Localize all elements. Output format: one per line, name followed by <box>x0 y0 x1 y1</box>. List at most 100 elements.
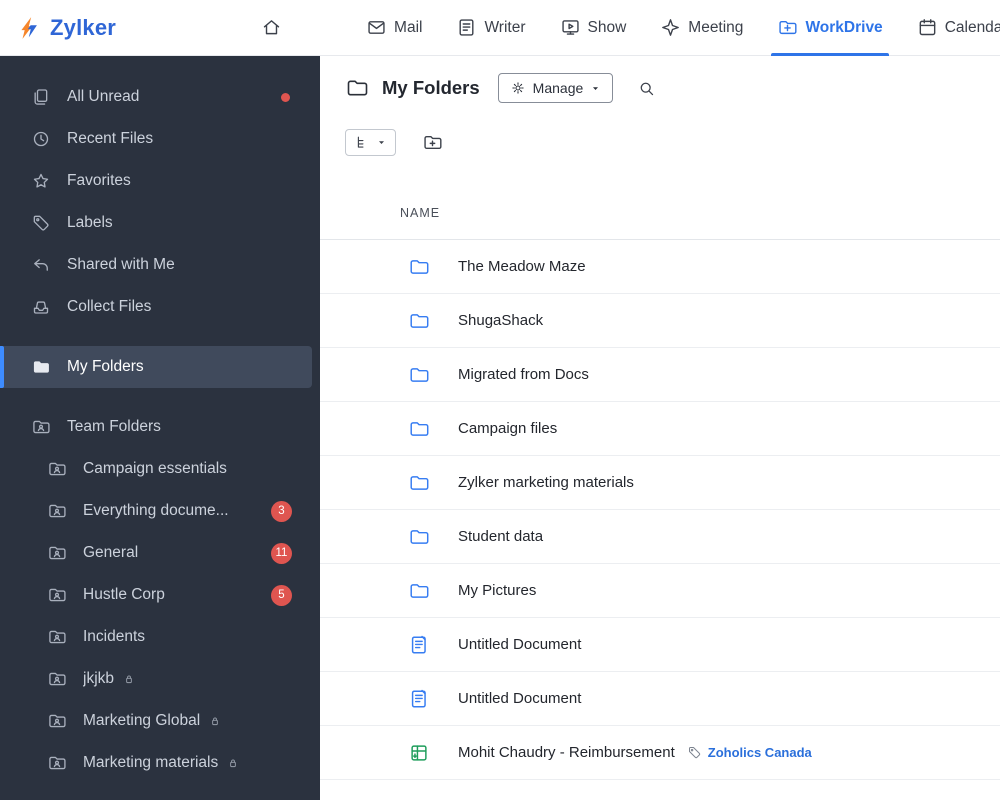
sidebar-item-label: Campaign essentials <box>83 460 227 477</box>
file-list: The Meadow Maze ShugaShack Migrated from D… <box>320 240 1000 800</box>
file-name: Mohit Chaudry - Reimbursement <box>458 744 675 761</box>
file-row[interactable]: Untitled Document <box>320 672 1000 726</box>
nav-item-calendar[interactable]: Calendar <box>917 0 1000 56</box>
nav-item-home[interactable] <box>261 0 282 56</box>
file-row[interactable]: Student data <box>320 510 1000 564</box>
nav-item-meeting[interactable]: Meeting <box>660 0 743 56</box>
chevron-down-icon <box>376 137 387 148</box>
sidebar-item-general[interactable]: General 11 <box>0 532 312 574</box>
sidebar-item-all-unread[interactable]: All Unread <box>0 76 312 118</box>
file-row[interactable]: Untitled Document <box>320 618 1000 672</box>
file-name: My Pictures <box>458 582 537 599</box>
sidebar-item-jkjkb[interactable]: jkjkb <box>0 658 312 700</box>
file-name: Migrated from Docs <box>458 366 589 383</box>
file-row[interactable] <box>320 780 1000 800</box>
mail-icon <box>366 17 387 38</box>
unread-badge: 11 <box>271 542 292 564</box>
file-row[interactable]: Zylker marketing materials <box>320 456 1000 510</box>
sidebar-item-label: All Unread <box>67 88 140 105</box>
nav-item-label: WorkDrive <box>805 18 883 36</box>
brand-name: Zylker <box>50 14 117 40</box>
view-options-button[interactable] <box>345 128 396 156</box>
unread-badge: 5 <box>271 584 292 606</box>
file-row[interactable]: Mohit Chaudry - Reimbursement Zoholics Ca… <box>320 726 1000 780</box>
sidebar-item-label: Hustle Corp <box>83 586 165 603</box>
file-name: ShugaShack <box>458 312 544 329</box>
file-row[interactable]: My Pictures <box>320 564 1000 618</box>
shared-folder-icon <box>47 711 69 731</box>
shared-folder-icon <box>47 753 69 773</box>
sidebar-item-collect-files[interactable]: Collect Files <box>0 286 312 328</box>
sidebar-item-everything-documents[interactable]: Everything docume... 3 <box>0 490 312 532</box>
sidebar-item-marketing-materials[interactable]: Marketing materials <box>0 742 312 784</box>
tree-view-icon <box>354 134 371 151</box>
sidebar: All Unread Recent Files Favorites Labels Sha… <box>0 56 320 800</box>
file-name: Untitled Document <box>458 690 582 707</box>
file-row[interactable]: Campaign files <box>320 402 1000 456</box>
team-folder-link[interactable]: Zoholics Canada <box>708 745 812 760</box>
sidebar-item-label: Recent Files <box>67 130 154 147</box>
sidebar-item-labels[interactable]: Labels <box>0 202 312 244</box>
toolbar <box>320 120 1000 164</box>
file-row[interactable]: Migrated from Docs <box>320 348 1000 402</box>
clock-icon <box>31 129 53 149</box>
sidebar-item-team-folders[interactable]: Team Folders <box>0 406 312 448</box>
file-name: Zylker marketing materials <box>458 474 634 491</box>
main-header: My Folders Manage <box>320 56 1000 120</box>
sidebar-nav: All Unread Recent Files Favorites Labels Sha… <box>0 76 320 784</box>
workdrive-icon <box>777 17 798 38</box>
sidebar-item-incidents[interactable]: Incidents <box>0 616 312 658</box>
shared-folder-icon <box>47 459 69 479</box>
folder-icon <box>408 580 432 602</box>
folder-icon <box>408 256 432 278</box>
file-row[interactable]: The Meadow Maze <box>320 240 1000 294</box>
name-column-header[interactable]: NAME <box>400 206 440 220</box>
show-icon <box>560 17 581 38</box>
writer-doc-icon <box>408 688 432 710</box>
sidebar-item-hustle-corp[interactable]: Hustle Corp 5 <box>0 574 312 616</box>
manage-button[interactable]: Manage <box>497 73 614 103</box>
team-folder-icon <box>31 417 53 437</box>
new-folder-button[interactable] <box>422 132 443 153</box>
home-icon <box>261 17 282 38</box>
sidebar-item-label: My Folders <box>67 358 144 375</box>
nav-item-label: Meeting <box>688 18 744 36</box>
brand[interactable]: Zylker <box>0 15 116 41</box>
sidebar-item-shared-with-me[interactable]: Shared with Me <box>0 244 312 286</box>
gear-icon <box>510 80 526 96</box>
folder-filled-icon <box>31 357 53 377</box>
sidebar-item-recent-files[interactable]: Recent Files <box>0 118 312 160</box>
chevron-down-icon <box>590 83 601 94</box>
nav-item-label: Calendar <box>944 18 1000 36</box>
search-button[interactable] <box>637 79 656 98</box>
sidebar-item-label: Team Folders <box>67 418 161 435</box>
file-row[interactable]: ShugaShack <box>320 294 1000 348</box>
folder-icon <box>408 472 432 494</box>
sidebar-item-favorites[interactable]: Favorites <box>0 160 312 202</box>
folder-icon <box>408 796 432 800</box>
nav-item-writer[interactable]: Writer <box>456 0 526 56</box>
nav-item-mail[interactable]: Mail <box>366 0 422 56</box>
sidebar-item-my-folders[interactable]: My Folders <box>0 346 312 388</box>
file-name: Student data <box>458 528 544 545</box>
nav-item-show[interactable]: Show <box>560 0 626 56</box>
unread-badge: 3 <box>271 500 292 522</box>
folder-icon <box>408 310 432 332</box>
star-icon <box>31 171 53 191</box>
sidebar-item-label: Shared with Me <box>67 256 175 273</box>
manage-button-label: Manage <box>532 80 584 96</box>
page-title: My Folders <box>382 77 480 98</box>
sidebar-item-label: Marketing materials <box>83 754 219 771</box>
sheet-icon <box>408 742 432 764</box>
topbar-nav: Mail Writer Show Meeting WorkDrive Calendar <box>116 0 1000 56</box>
shared-folder-icon <box>47 501 69 521</box>
lock-icon <box>122 672 136 686</box>
sidebar-item-marketing-global[interactable]: Marketing Global <box>0 700 312 742</box>
docs-icon <box>31 87 53 107</box>
file-name: Campaign files <box>458 420 558 437</box>
my-folders-title-icon <box>345 76 369 100</box>
sidebar-item-campaign-essentials[interactable]: Campaign essentials <box>0 448 312 490</box>
topbar: Zylker Mail Writer Show Meeting WorkDrive Cal… <box>0 0 1000 56</box>
nav-item-label: Writer <box>484 18 526 36</box>
nav-item-workdrive[interactable]: WorkDrive <box>771 0 889 56</box>
